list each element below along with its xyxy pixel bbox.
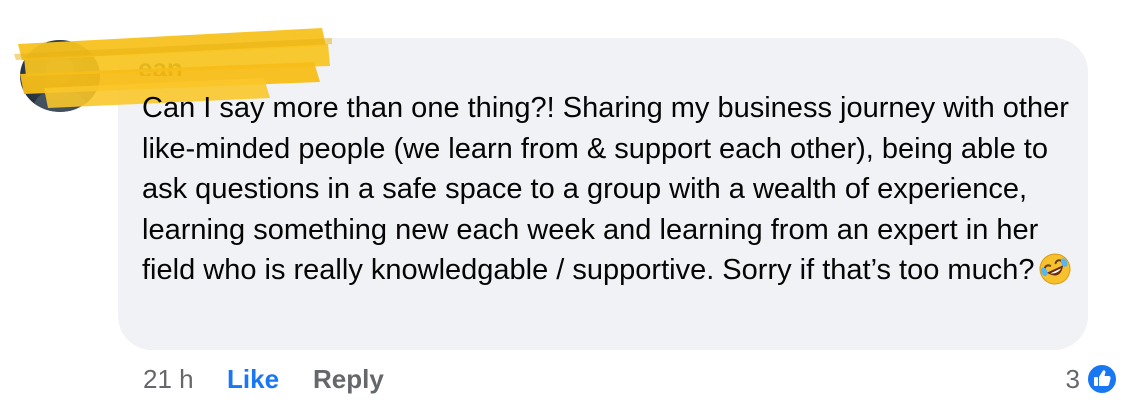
reaction-count: 3 bbox=[1065, 364, 1080, 394]
comment-actions: 21 h Like Reply 3 bbox=[0, 362, 1144, 396]
like-button[interactable]: Like bbox=[227, 362, 279, 396]
reply-button[interactable]: Reply bbox=[313, 362, 384, 396]
rolling-on-the-floor-laughing-icon bbox=[1039, 253, 1071, 285]
comment-author[interactable]: ean bbox=[138, 54, 183, 76]
avatar[interactable] bbox=[20, 40, 100, 112]
avatar-image-icon bbox=[34, 56, 86, 112]
reaction-summary[interactable]: 3 bbox=[1066, 362, 1118, 396]
thumbs-up-icon bbox=[1086, 363, 1118, 395]
comment-timestamp[interactable]: 21 h bbox=[143, 362, 194, 396]
comment-body: Can I say more than one thing?! Sharing … bbox=[142, 92, 1069, 286]
comment-text: Can I say more than one thing?! Sharing … bbox=[142, 88, 1077, 291]
comment-container: ean Can I say more than one thing?! Shar… bbox=[0, 0, 1144, 414]
